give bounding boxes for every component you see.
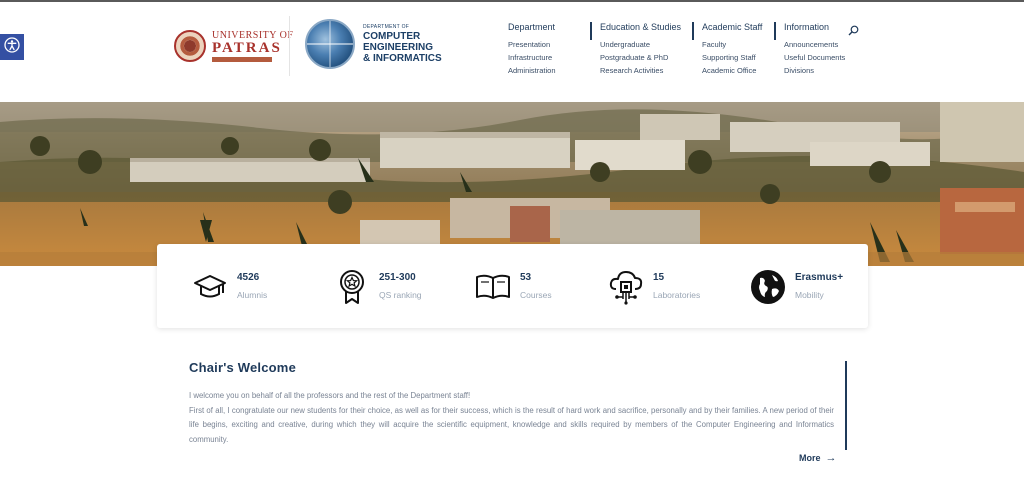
logo-divider [289,16,290,76]
nav-item-postgraduate[interactable]: Postgraduate & PhD [600,51,681,64]
nav-heading-department[interactable]: Department [508,20,556,34]
nav-column-staff: Academic Staff Faculty Supporting Staff … [692,20,762,77]
stat-label: Courses [520,290,552,300]
stat-erasmus: Erasmus+ Mobility [749,268,843,306]
stat-qs-ranking: 251-300 QS ranking [333,268,422,306]
nav-item-divisions[interactable]: Divisions [784,64,845,77]
ceid-logo-line-2: COMPUTER [363,31,421,42]
welcome-paragraph: First of all, I congratulate our new stu… [189,405,834,444]
nav-separator [692,22,694,40]
stat-label: Laboratories [653,290,701,300]
ceid-logo-line-4: & INFORMATICS [363,53,442,64]
section-title: Chair's Welcome [189,360,296,375]
university-seal-icon [174,30,206,62]
nav-item-presentation[interactable]: Presentation [508,38,556,51]
stat-value: 251-300 [379,272,416,283]
welcome-text: I welcome you on behalf of all the profe… [189,389,834,447]
stat-courses: 53 Courses [474,268,552,306]
search-icon[interactable] [848,23,859,41]
nav-item-undergraduate[interactable]: Undergraduate [600,38,681,51]
award-badge-icon [333,268,371,306]
nav-item-research[interactable]: Research Activities [600,64,681,77]
more-label: More [799,453,821,463]
stat-value: 53 [520,272,532,283]
ceid-logo-line-3: ENGINEERING [363,42,434,53]
stat-laboratories: 15 Laboratories [607,268,700,306]
welcome-accent-bar [845,361,847,450]
ceid-logo-department: DEPARTMENT OF [363,24,410,30]
university-of-patras-logo[interactable]: UNIVERSITY OF PATRAS [174,30,293,62]
nav-item-supporting-staff[interactable]: Supporting Staff [702,51,762,64]
ceid-globe-icon [305,19,355,69]
cloud-chip-icon [607,268,645,306]
campus-hero-image [0,102,1024,266]
nav-item-faculty[interactable]: Faculty [702,38,762,51]
stat-label: Mobility [795,290,824,300]
stats-card: 4526 Alumnis 251-300 QS ranking 53 Cours… [157,244,868,328]
more-link[interactable]: More → [799,452,837,464]
nav-column-department: Department Presentation Infrastructure A… [508,20,556,77]
stat-label: Alumnis [237,290,268,300]
nav-heading-education[interactable]: Education & Studies [600,20,681,34]
globe-icon [749,268,787,306]
stat-label: QS ranking [379,290,422,300]
nav-item-infrastructure[interactable]: Infrastructure [508,51,556,64]
open-book-icon [474,268,512,306]
stat-value: 15 [653,272,665,283]
logo-line-2: PATRAS [212,40,282,56]
site-header: UNIVERSITY OF PATRAS DEPARTMENT OF COMPU… [0,2,1024,102]
nav-separator [590,22,592,40]
accessibility-icon [4,36,20,58]
logo-subtitle-strip [212,57,272,62]
chair-welcome-section: Chair's Welcome I welcome you on behalf … [189,360,834,447]
nav-separator [774,22,776,40]
accessibility-button[interactable] [0,34,24,60]
welcome-paragraph: I welcome you on behalf of all the profe… [189,391,471,400]
graduation-cap-icon [191,268,229,306]
ceid-logo[interactable]: DEPARTMENT OF COMPUTER ENGINEERING & INF… [305,19,442,69]
arrow-right-icon: → [825,452,837,464]
nav-heading-staff[interactable]: Academic Staff [702,20,762,34]
stat-alumnis: 4526 Alumnis [191,268,267,306]
nav-item-academic-office[interactable]: Academic Office [702,64,762,77]
stat-value: 4526 [237,272,260,283]
nav-item-useful-documents[interactable]: Useful Documents [784,51,845,64]
nav-heading-information[interactable]: Information [784,20,845,34]
nav-column-information: Information Announcements Useful Documen… [774,20,845,77]
stat-value: Erasmus+ [795,272,844,283]
nav-item-announcements[interactable]: Announcements [784,38,845,51]
nav-item-administration[interactable]: Administration [508,64,556,77]
nav-column-education: Education & Studies Undergraduate Postgr… [590,20,681,77]
